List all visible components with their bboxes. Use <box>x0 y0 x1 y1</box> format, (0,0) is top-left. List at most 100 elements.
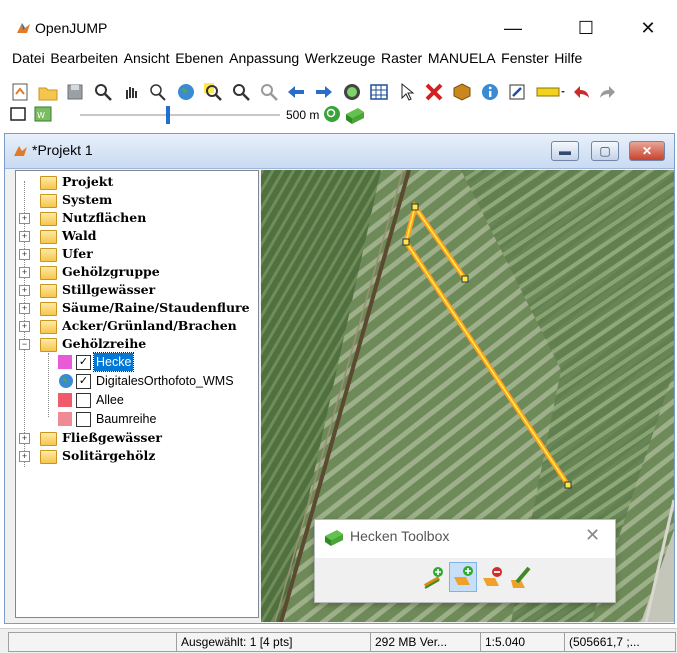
expand-toggle-icon[interactable]: + <box>19 321 30 332</box>
grid-icon[interactable] <box>369 82 391 102</box>
redo-icon[interactable] <box>598 82 620 102</box>
tree-category[interactable]: + Acker/Grünland/Brachen <box>16 317 256 335</box>
add-vertex-button[interactable] <box>449 562 477 592</box>
expand-toggle-icon[interactable]: + <box>19 303 30 314</box>
tree-category[interactable]: System <box>16 191 256 209</box>
pan-hand-icon[interactable] <box>121 82 143 102</box>
vertex-handle[interactable] <box>411 203 419 211</box>
tree-category[interactable]: + Solitärgehölz <box>16 447 256 465</box>
status-memory: 292 MB Ver... <box>370 632 482 652</box>
tree-category[interactable]: − Gehölzreihe <box>16 335 256 353</box>
menu-ansicht[interactable]: Ansicht <box>124 47 172 69</box>
add-hedge-line-icon[interactable] <box>423 566 445 590</box>
frame-minimize-button[interactable]: ▬ <box>551 141 579 161</box>
globe-icon[interactable] <box>176 82 198 102</box>
tree-category[interactable]: + Nutzflächen <box>16 209 256 227</box>
zoom-icon[interactable] <box>93 82 115 102</box>
remove-vertex-icon[interactable] <box>479 564 505 592</box>
layer-visibility-checkbox[interactable] <box>76 412 91 427</box>
edit-icon[interactable] <box>507 82 529 102</box>
zoom-in-icon[interactable] <box>231 82 253 102</box>
window-icon[interactable] <box>10 107 26 124</box>
tree-category-label: System <box>62 192 113 207</box>
status-selected: Ausgewählt: 1 [4 pts] <box>176 632 372 652</box>
maximize-button[interactable]: ☐ <box>563 14 609 42</box>
layer-visibility-checkbox[interactable]: ✓ <box>76 374 91 389</box>
menu-raster[interactable]: Raster <box>381 47 424 69</box>
tree-category[interactable]: Projekt <box>16 173 256 191</box>
folder-icon <box>40 248 57 262</box>
save-icon[interactable] <box>65 82 87 102</box>
delete-icon[interactable] <box>424 82 446 102</box>
layer-color-icon[interactable] <box>342 82 364 102</box>
info-icon[interactable] <box>480 82 502 102</box>
menu-ebenen[interactable]: Ebenen <box>175 47 225 69</box>
arrow-right-icon[interactable] <box>314 82 336 102</box>
close-button[interactable]: ✕ <box>625 14 671 42</box>
layer-label: Hecke <box>92 352 135 372</box>
menu-anpassung[interactable]: Anpassung <box>229 47 301 69</box>
tree-category[interactable]: + Fließgewässer <box>16 429 256 447</box>
menu-hilfe[interactable]: Hilfe <box>554 47 584 69</box>
tree-layer[interactable]: Baumreihe <box>16 410 256 428</box>
edit-hedge-icon[interactable] <box>507 564 533 592</box>
zoom-scale-icon[interactable] <box>323 105 341 126</box>
measure-ruler-icon[interactable] <box>535 82 565 102</box>
zoom-hand-icon[interactable] <box>148 82 170 102</box>
arrow-left-icon[interactable] <box>286 82 308 102</box>
collapse-toggle-icon[interactable]: − <box>19 339 30 350</box>
tree-category-label: Wald <box>62 228 97 243</box>
select-arrow-icon[interactable] <box>397 82 419 102</box>
tree-category[interactable]: + Säume/Raine/Staudenflure <box>16 299 256 317</box>
frame-maximize-button[interactable]: ▢ <box>591 141 619 161</box>
expand-toggle-icon[interactable]: + <box>19 267 30 278</box>
tree-category[interactable]: + Stillgewässer <box>16 281 256 299</box>
expand-toggle-icon[interactable]: + <box>19 213 30 224</box>
minimize-button[interactable]: — <box>490 14 536 42</box>
new-project-icon[interactable] <box>10 82 32 102</box>
menu-werkzeuge[interactable]: Werkzeuge <box>305 47 378 69</box>
undo-icon[interactable] <box>571 82 593 102</box>
vertex-handle[interactable] <box>564 481 572 489</box>
green-block-icon[interactable] <box>344 106 366 127</box>
open-folder-icon[interactable] <box>38 82 60 102</box>
menu-bearbeiten[interactable]: Bearbeiten <box>50 47 120 69</box>
menu-datei[interactable]: Datei <box>0 47 47 69</box>
tree-layer[interactable]: Allee <box>16 391 256 409</box>
scale-slider-track[interactable] <box>80 114 280 116</box>
vertex-handle[interactable] <box>402 238 410 246</box>
status-message <box>8 632 178 652</box>
toolbox-close-button[interactable]: ✕ <box>585 525 600 546</box>
scale-slider-thumb[interactable] <box>166 106 170 124</box>
expand-toggle-icon[interactable]: + <box>19 285 30 296</box>
menu-fenster[interactable]: Fenster <box>501 47 550 69</box>
menu-manuela[interactable]: MANUELA <box>428 47 498 69</box>
wms-icon[interactable]: W <box>34 106 52 125</box>
tree-layer[interactable]: ✓ Hecke <box>16 352 256 372</box>
app-title: OpenJUMP <box>35 20 108 36</box>
frame-close-button[interactable]: ✕ <box>629 141 665 161</box>
folder-icon <box>40 450 57 464</box>
expand-toggle-icon[interactable]: + <box>19 231 30 242</box>
layer-label: DigitalesOrthofoto_WMS <box>96 374 234 388</box>
tree-category-label: Acker/Grünland/Brachen <box>62 318 237 333</box>
toolbox-title: Hecken Toolbox <box>350 528 450 544</box>
vertex-handle[interactable] <box>461 275 469 283</box>
project-icon <box>14 146 27 156</box>
tree-category[interactable]: + Ufer <box>16 245 256 263</box>
zoom-to-selection-icon[interactable] <box>203 82 225 102</box>
zoom-previous-icon[interactable] <box>259 82 281 102</box>
expand-toggle-icon[interactable]: + <box>19 451 30 462</box>
tree-category[interactable]: + Wald <box>16 227 256 245</box>
project-frame-titlebar[interactable]: *Projekt 1 ▬ ▢ ✕ <box>5 134 674 169</box>
package-icon[interactable] <box>452 82 474 102</box>
status-bar: Ausgewählt: 1 [4 pts] 292 MB Ver... 1:5.… <box>0 628 677 653</box>
layer-visibility-checkbox[interactable]: ✓ <box>76 355 91 370</box>
layer-visibility-checkbox[interactable] <box>76 393 91 408</box>
expand-toggle-icon[interactable]: + <box>19 249 30 260</box>
folder-icon <box>40 302 57 316</box>
tree-category[interactable]: + Gehölzgruppe <box>16 263 256 281</box>
green-block-icon <box>325 530 343 546</box>
tree-layer[interactable]: ✓ DigitalesOrthofoto_WMS <box>16 372 256 390</box>
expand-toggle-icon[interactable]: + <box>19 433 30 444</box>
